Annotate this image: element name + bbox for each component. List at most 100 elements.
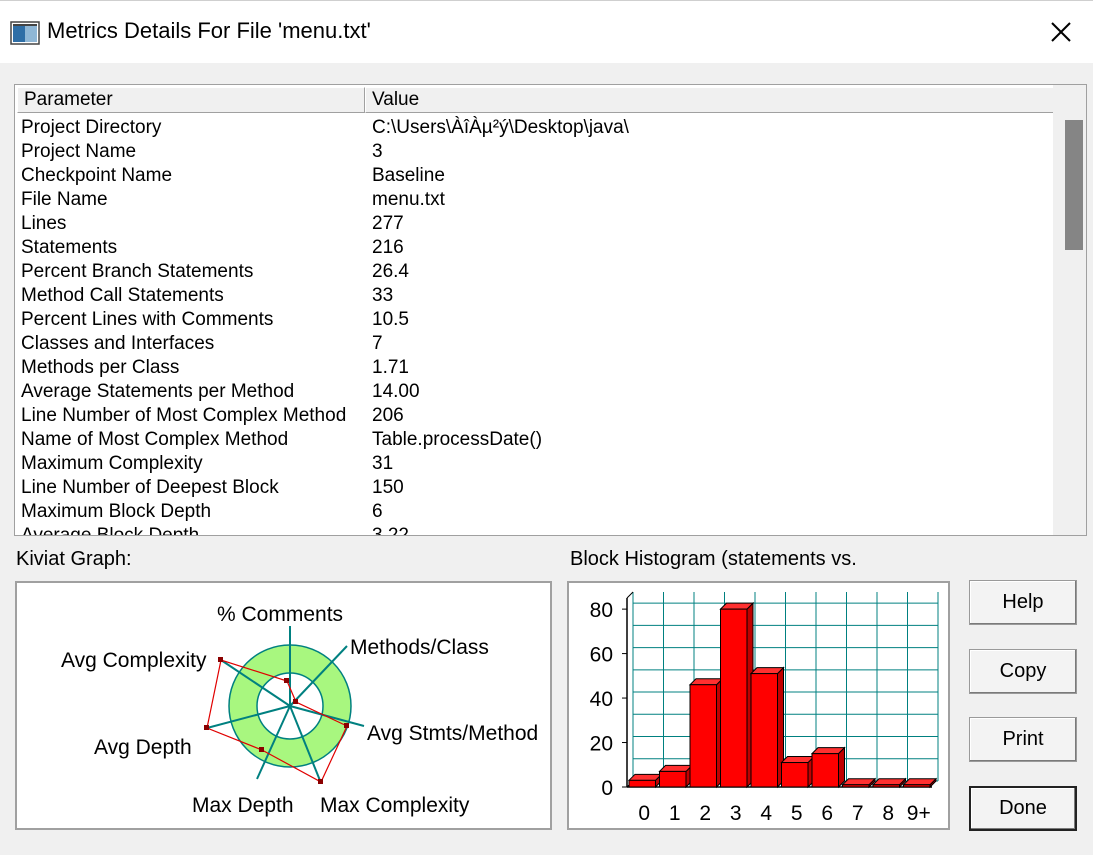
cell-parameter: Lines — [21, 213, 67, 234]
table-row[interactable]: Percent Branch Statements 26.4 — [21, 260, 1051, 284]
table-row[interactable]: Project Name 3 — [21, 140, 1051, 164]
cell-value: 6 — [372, 501, 383, 522]
cell-value: 10.5 — [372, 309, 409, 330]
table-row[interactable]: Percent Lines with Comments 10.5 — [21, 308, 1051, 332]
cell-value: 31 — [372, 453, 394, 474]
cell-parameter: Checkpoint Name — [21, 165, 173, 186]
table-row[interactable]: File Name menu.txt — [21, 188, 1051, 212]
cell-value: 33 — [372, 285, 394, 306]
cell-value: 216 — [372, 237, 404, 258]
x-tick-label: 8 — [882, 802, 894, 825]
cell-value: 3 — [372, 141, 383, 162]
table-row[interactable]: Checkpoint Name Baseline — [21, 164, 1051, 188]
bar-top — [627, 773, 663, 781]
cell-parameter: Percent Branch Statements — [21, 261, 254, 282]
kiviat-label: Kiviat Graph: — [16, 548, 132, 570]
table-row[interactable]: Line Number of Deepest Block 150 — [21, 476, 1051, 500]
table-row[interactable]: Maximum Block Depth 6 — [21, 500, 1051, 524]
cell-value: 206 — [372, 405, 404, 426]
x-tick-label: 2 — [699, 802, 711, 825]
metrics-table[interactable]: Parameter Value Project Directory C:\User… — [14, 84, 1087, 536]
vertical-scrollbar[interactable] — [1053, 85, 1086, 535]
axis-depth — [626, 591, 634, 599]
bar-top — [749, 667, 785, 675]
table-row[interactable]: Classes and Interfaces 7 — [21, 332, 1051, 356]
bar-top — [719, 602, 755, 610]
histogram-svg: 0204060800 1 2 3 4 5 6 7 8 9+ — [590, 591, 939, 825]
cell-value: menu.txt — [372, 189, 445, 210]
cell-value: 7 — [372, 333, 383, 354]
bar-top — [841, 778, 877, 786]
cell-parameter: Method Call Statements — [21, 285, 224, 306]
axis-label-avg-stmts: Avg Stmts/Method — [367, 722, 538, 745]
x-tick-label: 0 — [638, 802, 650, 825]
table-row[interactable]: Lines 277 — [21, 212, 1051, 236]
x-tick-label: 4 — [760, 802, 772, 825]
cell-value: 150 — [372, 477, 404, 498]
table-row[interactable]: Method Call Statements 33 — [21, 284, 1051, 308]
axis-label-avg-complexity: Avg Complexity — [61, 649, 207, 672]
cell-value: 1.71 — [372, 357, 409, 378]
cell-value: Baseline — [372, 165, 445, 186]
x-tick-label: 1 — [669, 802, 681, 825]
cell-value: 26.4 — [372, 261, 409, 282]
cell-value: 3.22 — [372, 525, 409, 536]
cell-parameter: Average Statements per Method — [21, 381, 295, 402]
cell-parameter: Statements — [21, 237, 118, 258]
close-icon — [1051, 22, 1071, 42]
table-row[interactable]: Line Number of Most Complex Method 206 — [21, 404, 1051, 428]
axis-label-max-complexity: Max Complexity — [320, 794, 470, 817]
y-tick-label: 20 — [590, 733, 613, 756]
bar — [659, 770, 687, 788]
x-tick-label: 6 — [821, 802, 833, 825]
bar-top — [780, 756, 816, 764]
cell-value: C:\Users\ÀîÀµ²ý\Desktop\java\ — [372, 117, 629, 138]
table-row[interactable]: Name of Most Complex Method Table.process… — [21, 428, 1051, 452]
table-row[interactable]: Average Block Depth 3.22 — [21, 524, 1051, 536]
column-header-value[interactable]: Value — [365, 87, 1054, 113]
title-bar: Metrics Details For File 'menu.txt' — [0, 0, 1093, 63]
table-row[interactable]: Average Statements per Method 14.00 — [21, 380, 1051, 404]
cell-parameter: Maximum Block Depth — [21, 501, 212, 522]
cell-parameter: Methods per Class — [21, 357, 180, 378]
window-title: Metrics Details For File 'menu.txt' — [47, 18, 371, 43]
scrollbar-thumb[interactable] — [1065, 120, 1083, 250]
print-button[interactable]: Print — [969, 717, 1077, 762]
table-row[interactable]: Maximum Complexity 31 — [21, 452, 1051, 476]
cell-parameter: Project Name — [21, 141, 137, 162]
bar — [750, 673, 778, 788]
bar — [628, 779, 656, 788]
copy-button[interactable]: Copy — [969, 649, 1077, 694]
bar-side — [838, 746, 845, 789]
x-tick-label: 3 — [730, 802, 742, 825]
axis-label-methods-class: Methods/Class — [350, 636, 489, 659]
done-button[interactable]: Done — [969, 786, 1077, 831]
bar — [689, 684, 717, 788]
column-header-parameter[interactable]: Parameter — [17, 87, 365, 113]
bar — [720, 608, 748, 788]
block-histogram: 0 20 40 60 80 0 1 2 3 4 5 6 7 8 9+ — [567, 581, 950, 830]
axis-label-comments: % Comments — [217, 603, 343, 626]
cell-parameter: Classes and Interfaces — [21, 333, 215, 354]
help-button[interactable]: Help — [969, 580, 1077, 625]
table-header: Parameter Value — [15, 85, 1055, 115]
bar-top — [658, 764, 694, 772]
cell-value: 277 — [372, 213, 404, 234]
kiviat-svg: % Comments Methods/Class Avg Stmts/Metho… — [61, 603, 538, 817]
cell-parameter: Line Number of Deepest Block — [21, 477, 279, 498]
close-button[interactable] — [1029, 1, 1093, 63]
cell-parameter: Percent Lines with Comments — [21, 309, 274, 330]
kiviat-graph: % Comments Methods/Class Avg Stmts/Metho… — [15, 581, 552, 830]
cell-parameter: Project Directory — [21, 117, 162, 138]
bar-top — [688, 678, 724, 686]
cell-parameter: Name of Most Complex Method — [21, 429, 289, 450]
bar-top — [871, 778, 907, 786]
x-tick-label: 5 — [791, 802, 803, 825]
y-tick-label: 60 — [590, 644, 613, 667]
cell-parameter: Maximum Complexity — [21, 453, 203, 474]
axis-label-max-depth: Max Depth — [192, 794, 294, 817]
table-row[interactable]: Project Directory C:\Users\ÀîÀµ²ý\Desktop… — [21, 116, 1051, 140]
table-row[interactable]: Methods per Class 1.71 — [21, 356, 1051, 380]
table-row[interactable]: Statements 216 — [21, 236, 1051, 260]
bar — [903, 784, 931, 788]
